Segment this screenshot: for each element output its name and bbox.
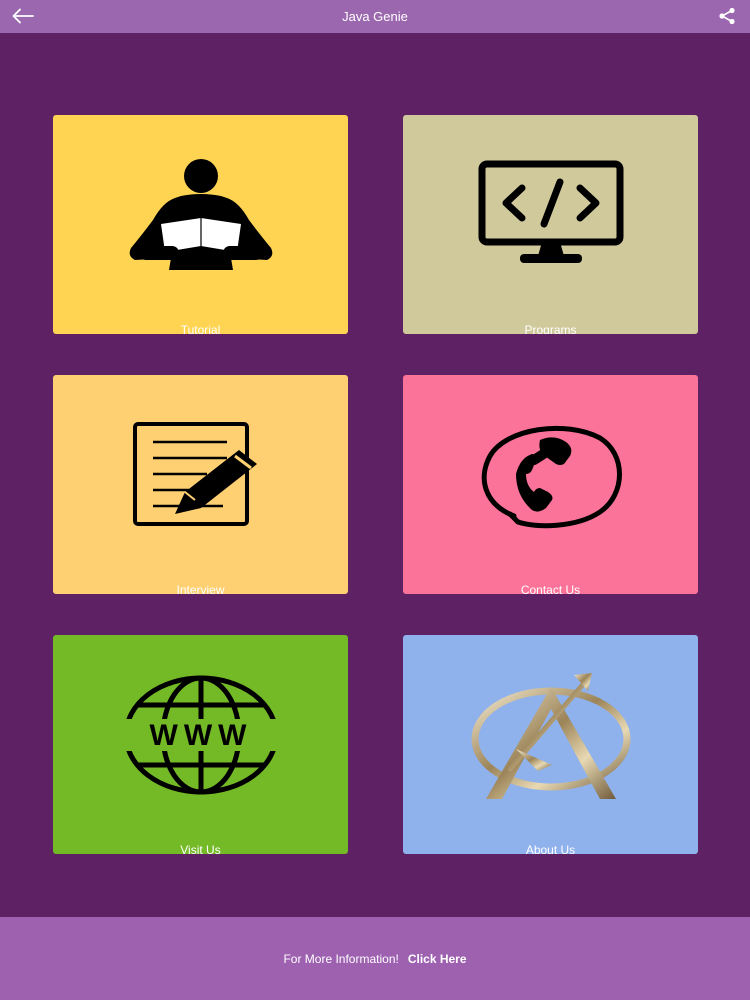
- tile-label: Interview: [176, 583, 225, 594]
- reader-icon: [53, 115, 348, 315]
- tile-about-us[interactable]: About Us: [403, 635, 698, 854]
- tile-programs[interactable]: Programs: [403, 115, 698, 334]
- tile-visit-us[interactable]: WWW Visit Us: [53, 635, 348, 854]
- tile-label: Programs: [524, 323, 577, 334]
- menu-grid: Tutorial Programs Interview Contact Us W…: [0, 33, 750, 917]
- tile-contact-us[interactable]: Contact Us: [403, 375, 698, 594]
- tile-tutorial[interactable]: Tutorial: [53, 115, 348, 334]
- phone-icon: [403, 375, 698, 575]
- click-here-link[interactable]: Click Here: [408, 952, 467, 966]
- notepad-pencil-icon: [53, 375, 348, 575]
- back-button[interactable]: [10, 4, 36, 28]
- page-title: Java Genie: [342, 9, 408, 24]
- globe-www-icon: WWW: [53, 635, 348, 835]
- tile-label: Contact Us: [520, 583, 581, 594]
- footer-text: For More Information!: [283, 951, 399, 966]
- top-bar: Java Genie: [0, 0, 750, 33]
- svg-text:WWW: WWW: [149, 719, 252, 752]
- compass-logo-icon: [403, 635, 698, 835]
- share-button[interactable]: [716, 5, 738, 27]
- arrow-left-icon: [12, 8, 34, 24]
- tile-label: Tutorial: [180, 323, 221, 334]
- footer-bar: For More Information! Click Here: [0, 917, 750, 1000]
- share-icon: [719, 7, 735, 25]
- tile-label: About Us: [525, 843, 576, 854]
- tile-interview[interactable]: Interview: [53, 375, 348, 594]
- code-monitor-icon: [403, 115, 698, 315]
- tile-label: Visit Us: [180, 843, 221, 854]
